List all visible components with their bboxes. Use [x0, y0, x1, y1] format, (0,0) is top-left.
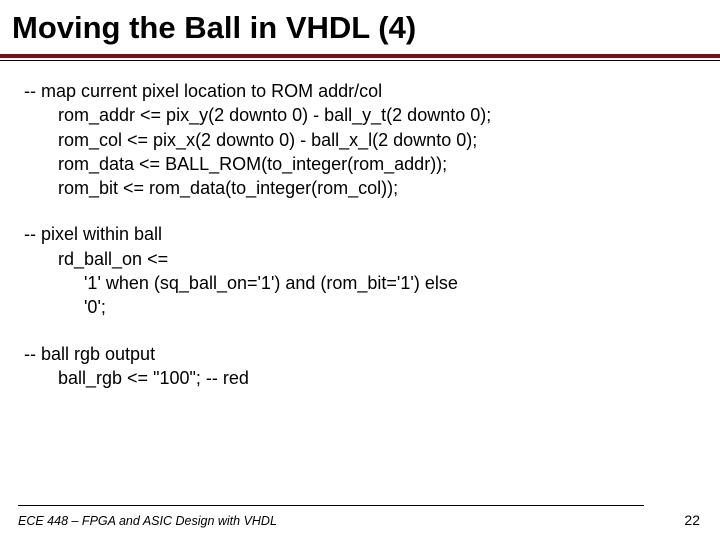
code-block-2: -- pixel within ball rd_ball_on <= '1' w… [24, 222, 700, 319]
code-comment: -- pixel within ball [24, 222, 700, 246]
code-comment: -- map current pixel location to ROM add… [24, 79, 700, 103]
code-line: rom_data <= BALL_ROM(to_integer(rom_addr… [24, 152, 700, 176]
title-rule-thick [0, 54, 720, 58]
footer-rule [18, 505, 644, 506]
slide-content: -- map current pixel location to ROM add… [0, 61, 720, 390]
code-line: rd_ball_on <= [24, 247, 700, 271]
code-block-1: -- map current pixel location to ROM add… [24, 79, 700, 200]
page-number: 22 [684, 512, 700, 528]
code-line: rom_bit <= rom_data(to_integer(rom_col))… [24, 176, 700, 200]
code-line: rom_addr <= pix_y(2 downto 0) - ball_y_t… [24, 103, 700, 127]
code-line: '1' when (sq_ball_on='1') and (rom_bit='… [24, 271, 700, 295]
code-line: '0'; [24, 295, 700, 319]
code-line: rom_col <= pix_x(2 downto 0) - ball_x_l(… [24, 128, 700, 152]
page-title: Moving the Ball in VHDL (4) [0, 0, 720, 50]
footer-course: ECE 448 – FPGA and ASIC Design with VHDL [18, 514, 277, 528]
code-comment: -- ball rgb output [24, 342, 700, 366]
code-block-3: -- ball rgb output ball_rgb <= "100"; --… [24, 342, 700, 391]
code-line: ball_rgb <= "100"; -- red [24, 366, 700, 390]
